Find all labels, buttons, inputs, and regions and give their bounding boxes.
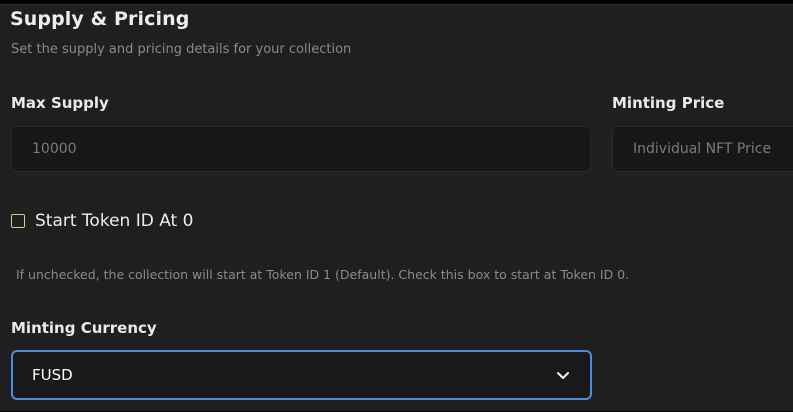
supply-pricing-panel: Supply & Pricing Set the supply and pric… bbox=[0, 4, 793, 411]
minting-currency-select[interactable]: FUSD bbox=[11, 350, 592, 400]
chevron-down-icon bbox=[555, 367, 571, 383]
minting-price-label: Minting Price bbox=[612, 94, 725, 112]
max-supply-input[interactable] bbox=[11, 126, 591, 172]
start-token-label[interactable]: Start Token ID At 0 bbox=[35, 211, 193, 231]
max-supply-label: Max Supply bbox=[11, 94, 109, 112]
section-title: Supply & Pricing bbox=[10, 8, 190, 30]
minting-currency-label: Minting Currency bbox=[11, 319, 157, 337]
minting-currency-value: FUSD bbox=[32, 366, 73, 384]
minting-price-input[interactable] bbox=[612, 126, 793, 172]
start-token-checkbox[interactable] bbox=[11, 214, 25, 228]
start-token-checkbox-row[interactable]: Start Token ID At 0 bbox=[11, 210, 193, 232]
start-token-help-text: If unchecked, the collection will start … bbox=[16, 267, 630, 282]
section-subtitle: Set the supply and pricing details for y… bbox=[11, 42, 352, 57]
